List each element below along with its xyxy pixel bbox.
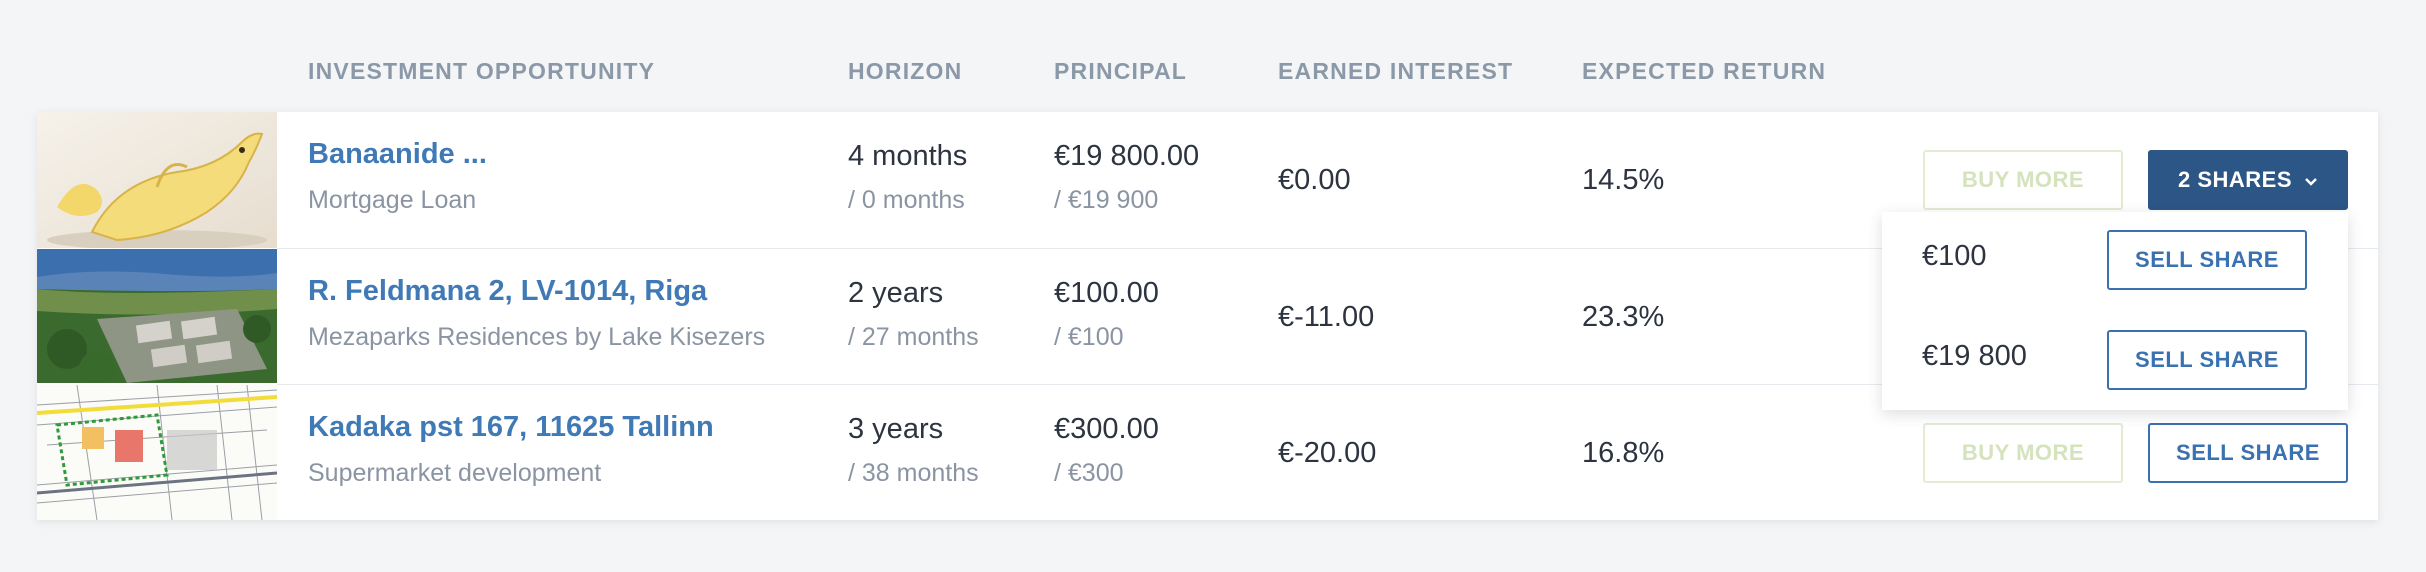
site-plan-thumbnail[interactable] xyxy=(37,385,277,521)
horizon-value: 2 years xyxy=(848,277,944,309)
horizon-value: 3 years xyxy=(848,413,944,445)
banana-dolphin-thumbnail[interactable] xyxy=(37,112,277,248)
horizon-remaining: / 38 months xyxy=(848,459,979,487)
shares-dropdown-button[interactable]: 2 SHARES xyxy=(2148,150,2348,210)
sell-share-button[interactable]: SELL SHARE xyxy=(2148,423,2348,483)
principal-total: / €100 xyxy=(1054,323,1124,351)
opportunity-subtitle: Supermarket development xyxy=(308,459,602,487)
column-header-opportunity: INVESTMENT OPPORTUNITY xyxy=(308,58,656,84)
chevron-down-icon xyxy=(2304,167,2318,193)
share-amount: €100 xyxy=(1922,240,1987,272)
opportunity-name-link[interactable]: Kadaka pst 167, 11625 Tallinn xyxy=(308,411,714,444)
sell-share-button[interactable]: SELL SHARE xyxy=(2107,330,2307,390)
aerial-residences-thumbnail[interactable] xyxy=(37,249,277,385)
expected-return-value: 14.5% xyxy=(1582,164,1665,196)
principal-value: €300.00 xyxy=(1054,413,1159,445)
principal-value: €19 800.00 xyxy=(1054,140,1200,172)
shares-dropdown-menu: €100 SELL SHARE €19 800 SELL SHARE xyxy=(1882,212,2348,410)
expected-return-value: 23.3% xyxy=(1582,301,1665,333)
opportunity-subtitle: Mortgage Loan xyxy=(308,186,477,214)
buy-more-button[interactable]: BUY MORE xyxy=(1923,150,2123,210)
opportunity-name-link[interactable]: Banaanide ... xyxy=(308,138,487,171)
opportunity-name-link[interactable]: R. Feldmana 2, LV-1014, Riga xyxy=(308,275,707,308)
shares-dropdown-label: 2 SHARES xyxy=(2177,167,2293,192)
column-header-principal: PRINCIPAL xyxy=(1054,58,1188,84)
expected-return-value: 16.8% xyxy=(1582,437,1665,469)
opportunity-subtitle: Mezaparks Residences by Lake Kisezers xyxy=(308,323,766,351)
horizon-value: 4 months xyxy=(848,140,968,172)
earned-interest-value: €-20.00 xyxy=(1278,437,1377,469)
column-header-horizon: HORIZON xyxy=(848,58,963,84)
sell-share-button[interactable]: SELL SHARE xyxy=(2107,230,2307,290)
principal-total: / €300 xyxy=(1054,459,1124,487)
earned-interest-value: €0.00 xyxy=(1278,164,1351,196)
buy-more-button[interactable]: BUY MORE xyxy=(1923,423,2123,483)
earned-interest-value: €-11.00 xyxy=(1278,301,1375,333)
column-header-earned-interest: EARNED INTEREST xyxy=(1278,58,1514,84)
horizon-remaining: / 0 months xyxy=(848,186,965,214)
share-amount: €19 800 xyxy=(1922,340,2027,372)
horizon-remaining: / 27 months xyxy=(848,323,979,351)
column-header-expected-return: EXPECTED RETURN xyxy=(1582,58,1827,84)
principal-total: / €19 900 xyxy=(1054,186,1159,214)
principal-value: €100.00 xyxy=(1054,277,1159,309)
